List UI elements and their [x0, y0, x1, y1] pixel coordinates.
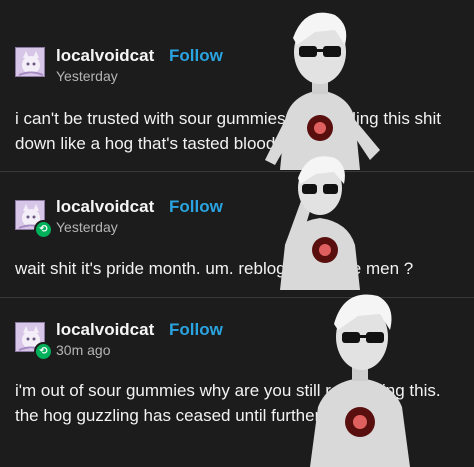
reblog-icon: ⟲ [34, 342, 53, 361]
follow-button[interactable]: Follow [169, 197, 223, 217]
username[interactable]: localvoidcat [56, 320, 154, 340]
username[interactable]: localvoidcat [56, 197, 154, 217]
username[interactable]: localvoidcat [56, 46, 154, 66]
avatar-cat-icon [16, 48, 44, 76]
post-body: i'm out of sour gummies why are you stil… [15, 381, 441, 425]
avatar[interactable] [15, 47, 45, 77]
post-1: localvoidcat Follow Yesterday i can't be… [0, 0, 474, 170]
timestamp[interactable]: Yesterday [56, 219, 118, 235]
timestamp[interactable]: Yesterday [56, 68, 118, 84]
post-body: i can't be trusted with sour gummies i'm… [15, 109, 441, 153]
follow-button[interactable]: Follow [169, 46, 223, 66]
post-body: wait shit it's pride month. um. reblog i… [15, 259, 414, 278]
post-2: ⟲ localvoidcat Follow Yesterday wait shi… [0, 172, 474, 296]
reblog-icon: ⟲ [34, 220, 53, 239]
timestamp[interactable]: 30m ago [56, 342, 110, 358]
post-3: ⟲ localvoidcat Follow 30m ago i'm out of… [0, 298, 474, 467]
follow-button[interactable]: Follow [169, 320, 223, 340]
